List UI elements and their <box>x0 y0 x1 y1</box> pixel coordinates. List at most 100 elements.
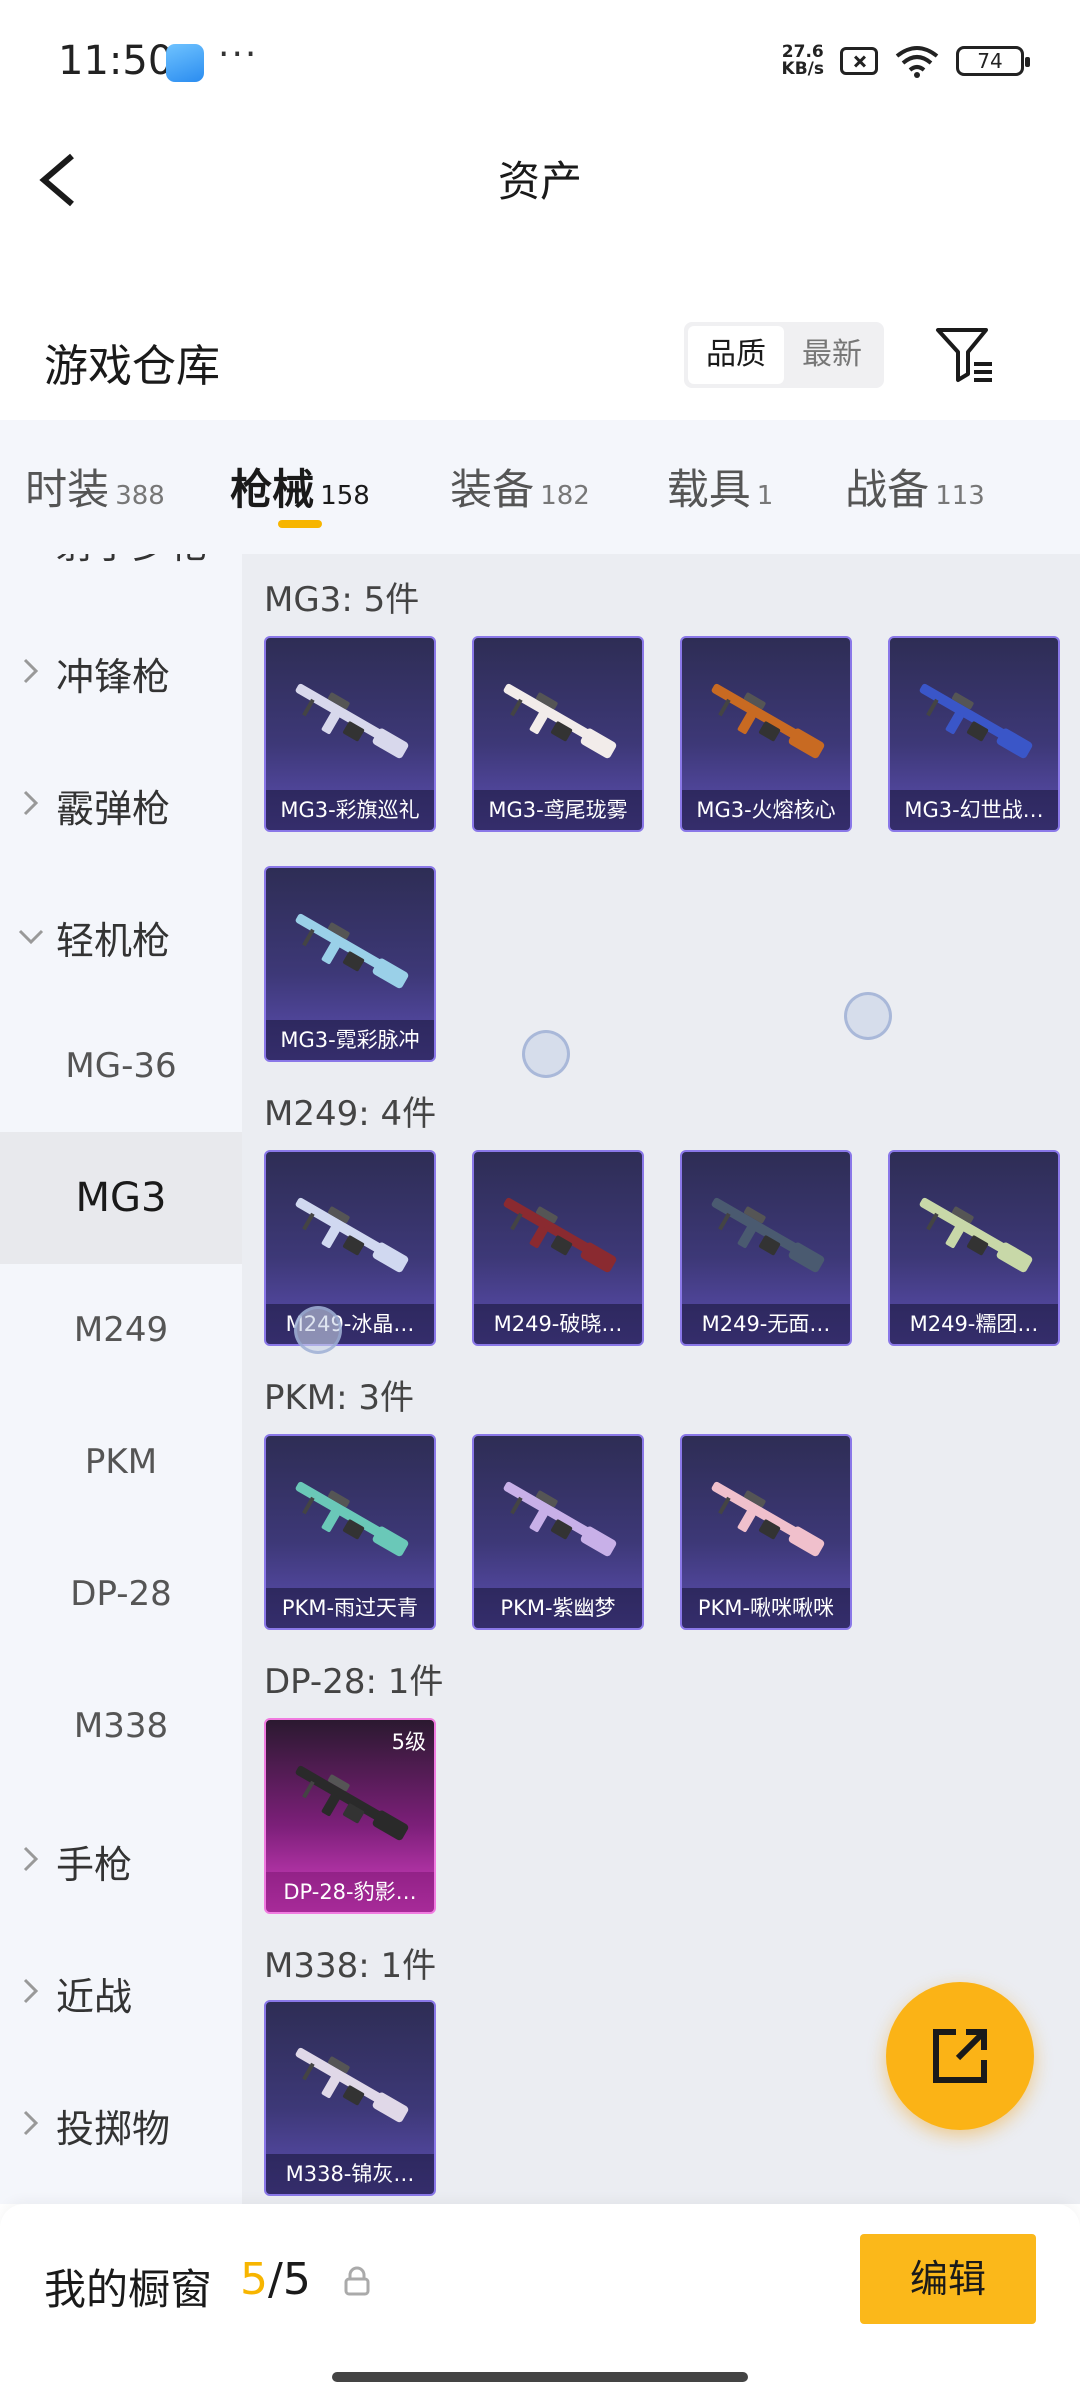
chevron-right-icon <box>23 1978 39 2004</box>
skin-name: M338-锦灰… <box>266 2154 434 2194</box>
tab-count: 158 <box>320 481 370 511</box>
gun-image <box>711 1197 825 1273</box>
skin-card[interactable]: MG3-霓彩脉冲 <box>264 866 436 1062</box>
level-badge: 5级 <box>391 1730 426 1754</box>
sort-newest[interactable]: 最新 <box>784 326 880 384</box>
group-title-dp28: DP-28: 1件 <box>264 1662 444 1702</box>
showcase-total: 5 <box>282 2254 311 2305</box>
gun-image <box>503 683 617 759</box>
gun-image <box>295 683 409 759</box>
page-header: 资产 <box>0 120 1080 240</box>
skin-card[interactable]: M249-糯团… <box>888 1150 1060 1346</box>
sidebar-sub-mg3[interactable]: MG3 <box>0 1132 242 1264</box>
gun-shape <box>295 2047 409 2123</box>
page-title: 资产 <box>497 157 582 206</box>
gun-shape <box>295 1481 409 1557</box>
tab-guns[interactable]: 枪械 158 <box>190 420 410 554</box>
sidebar-item-label: 近战 <box>56 1975 133 2019</box>
skin-card[interactable]: M249-破晓… <box>472 1150 644 1346</box>
filter-icon[interactable] <box>934 322 996 386</box>
sidebar-item-marksman-rifle[interactable]: 射手步枪 <box>0 554 242 604</box>
gun-image <box>711 683 825 759</box>
tab-fashion[interactable]: 时装 388 <box>0 420 190 554</box>
sidebar-item-lmg[interactable]: 轻机枪 <box>0 868 242 1000</box>
battery-icon: 74 <box>956 46 1030 76</box>
status-time: 11:50 <box>58 38 174 84</box>
group-title-m249: M249: 4件 <box>264 1094 437 1134</box>
warehouse-header: 游戏仓库 品质 最新 <box>0 300 1080 420</box>
sidebar-item-label: 冲锋枪 <box>56 655 171 699</box>
sidebar-item-label: 轻机枪 <box>56 919 171 963</box>
skin-card[interactable]: MG3-鸢尾珑雾 <box>472 636 644 832</box>
gun-image <box>503 1481 617 1557</box>
category-tabs: 时装 388 枪械 158 装备 182 载具 1 战备 113 <box>0 420 1080 554</box>
gun-image <box>295 2047 409 2123</box>
sidebar-item-label: 射手步枪 <box>56 554 208 569</box>
gun-image <box>295 1765 409 1841</box>
gun-shape <box>295 913 409 989</box>
tab-label: 时装 <box>25 465 110 514</box>
sidebar-item-melee[interactable]: 近战 <box>0 1924 242 2056</box>
sidebar-item-label: 手枪 <box>56 1843 133 1887</box>
edit-button[interactable]: 编辑 <box>860 2234 1036 2324</box>
sidebar-sub-mg36[interactable]: MG-36 <box>0 1000 242 1132</box>
net-speed: 27.6 KB/s <box>782 44 824 78</box>
chevron-down-icon <box>18 929 44 945</box>
tab-equipment[interactable]: 装备 182 <box>410 420 630 554</box>
skin-card[interactable]: MG3-彩旗巡礼 <box>264 636 436 832</box>
wifi-icon <box>895 46 939 78</box>
skin-card[interactable]: M249-冰晶… <box>264 1150 436 1346</box>
skin-grid: MG3: 5件 MG3-彩旗巡礼 MG3-鸢尾珑雾 MG3-火熔核心 MG3-幻… <box>242 554 1080 2204</box>
showcase-label: 我的橱窗 <box>44 2265 213 2314</box>
skin-card[interactable]: M338-锦灰… <box>264 2000 436 2196</box>
sidebar-sub-dp28[interactable]: DP-28 <box>0 1528 242 1660</box>
skin-name: PKM-雨过天青 <box>266 1588 434 1628</box>
gun-shape <box>711 1481 825 1557</box>
sidebar-item-smg[interactable]: 冲锋枪 <box>0 604 242 736</box>
skin-card[interactable]: PKM-雨过天青 <box>264 1434 436 1630</box>
tab-count: 113 <box>935 481 985 511</box>
tab-count: 388 <box>115 481 165 511</box>
gun-shape <box>919 1197 1033 1273</box>
sidebar-sub-pkm[interactable]: PKM <box>0 1396 242 1528</box>
status-bar: 11:50 ··· 27.6 KB/s 74 <box>0 0 1080 120</box>
sidebar-item-throwables[interactable]: 投掷物 <box>0 2056 242 2188</box>
group-title-pkm: PKM: 3件 <box>264 1378 415 1418</box>
gun-shape <box>711 683 825 759</box>
skin-name: MG3-彩旗巡礼 <box>266 790 434 830</box>
skin-name: M249-无面… <box>682 1304 850 1344</box>
tab-vehicles[interactable]: 载具 1 <box>630 420 810 554</box>
gun-shape <box>711 1197 825 1273</box>
home-indicator[interactable] <box>332 2372 748 2382</box>
gun-image <box>295 1481 409 1557</box>
tab-combat-supplies[interactable]: 战备 113 <box>810 420 1020 554</box>
sort-quality[interactable]: 品质 <box>688 326 784 384</box>
skin-card[interactable]: MG3-火熔核心 <box>680 636 852 832</box>
tab-label: 载具 <box>666 465 751 514</box>
skin-name: M249-冰晶… <box>266 1304 434 1344</box>
touch-indicator <box>522 1030 570 1078</box>
gun-shape <box>919 683 1033 759</box>
tab-label: 战备 <box>845 465 930 514</box>
gun-image <box>295 1197 409 1273</box>
gun-image <box>919 1197 1033 1273</box>
sidebar-sub-m249[interactable]: M249 <box>0 1264 242 1396</box>
sidebar-item-shotgun[interactable]: 霰弹枪 <box>0 736 242 868</box>
gun-image <box>711 1481 825 1557</box>
tab-count: 1 <box>756 481 774 511</box>
gun-shape <box>295 1197 409 1273</box>
skin-card[interactable]: PKM-紫幽梦 <box>472 1434 644 1630</box>
sim-off-icon <box>840 47 878 75</box>
warehouse-title: 游戏仓库 <box>44 341 220 392</box>
sidebar-item-pistol[interactable]: 手枪 <box>0 1792 242 1924</box>
skin-name: M249-破晓… <box>474 1304 642 1344</box>
tab-label: 枪械 <box>230 465 315 514</box>
skin-card[interactable]: MG3-幻世战… <box>888 636 1060 832</box>
skin-card[interactable]: 5级 DP-28-豹影… <box>264 1718 436 1914</box>
sidebar-sub-m338[interactable]: M338 <box>0 1660 242 1792</box>
skin-card[interactable]: PKM-啾咪啾咪 <box>680 1434 852 1630</box>
share-fab[interactable] <box>886 1982 1034 2130</box>
showcase-used: 5 <box>240 2254 268 2305</box>
touch-indicator <box>844 992 892 1040</box>
skin-card[interactable]: M249-无面… <box>680 1150 852 1346</box>
